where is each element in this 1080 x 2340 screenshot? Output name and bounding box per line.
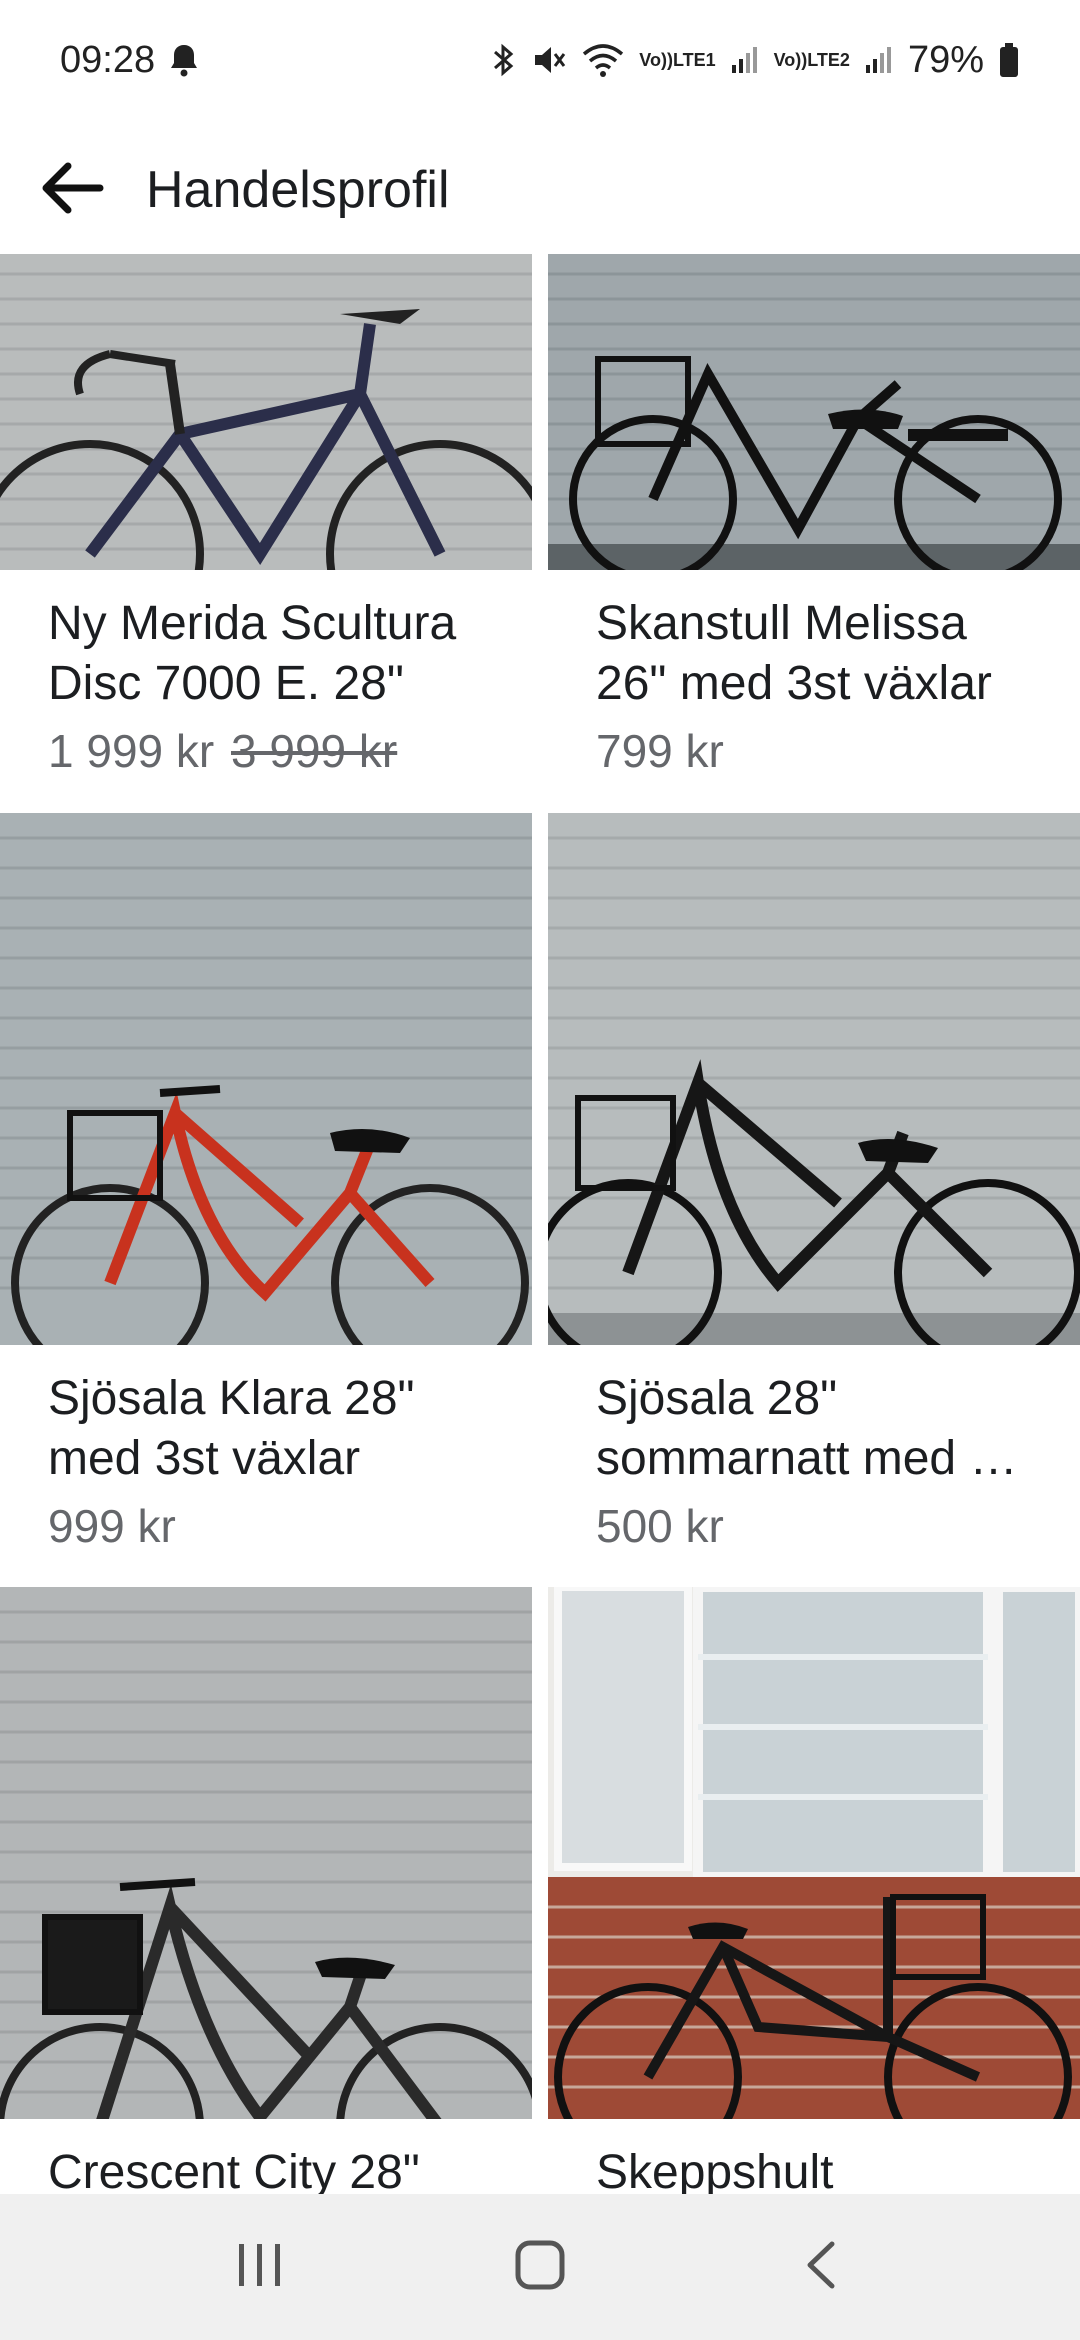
listing-price-row: 799 kr [596, 724, 1032, 778]
listing-price: 799 kr [596, 725, 724, 777]
listing-photo [0, 812, 532, 1345]
listing-title: Ny Merida Scultura Disc 7000 E. 28" [48, 597, 457, 710]
volte2-label: Vo)) [773, 50, 808, 70]
status-bar: 09:28 Vo)) LTE1 Vo)) LTE2 79% [0, 0, 1080, 120]
sim2-label: LTE2 [807, 50, 850, 70]
listing-card[interactable]: Crescent City 28" [0, 1587, 532, 2194]
app-bar: Handelsprofil [0, 120, 1080, 260]
battery-percent: 79% [907, 38, 984, 81]
listing-info: Sjösala Klara 28" med 3st växlar 999 kr [0, 1345, 532, 1573]
mute-icon [531, 42, 567, 78]
listing-title: Skeppshult [596, 2146, 834, 2194]
bell-icon [169, 43, 199, 77]
listing-card[interactable]: Ny Merida Scultura Disc 7000 E. 28" 1 99… [0, 254, 532, 813]
page-title: Handelsprofil [146, 161, 450, 219]
signal-icon [864, 45, 894, 75]
recent-apps-button[interactable] [200, 2217, 320, 2317]
listing-title: Crescent City 28" [48, 2146, 420, 2194]
listing-card[interactable]: Skeppshult [548, 1587, 1080, 2194]
sim1-label: LTE1 [672, 50, 716, 70]
listing-photo [0, 1587, 532, 2120]
listing-title: Sjösala Klara 28" med 3st växlar [48, 1371, 415, 1485]
status-left: 09:28 [60, 39, 199, 82]
listing-info: Sjösala 28" sommarnatt med … 500 kr [548, 1345, 1080, 1573]
status-right: Vo)) LTE1 Vo)) LTE2 79% [491, 39, 1020, 82]
listing-old-price: 3 999 kr [231, 725, 398, 777]
back-button[interactable] [36, 155, 106, 225]
listing-photo [548, 254, 1080, 570]
listing-info: Crescent City 28" [0, 2119, 532, 2194]
listing-title: Skanstull Melissa 26" med 3st växlar [596, 597, 992, 710]
listing-photo [548, 812, 1080, 1345]
listing-card[interactable]: Sjösala 28" sommarnatt med … 500 kr [548, 812, 1080, 1588]
sim2-indicator: Vo)) LTE2 [774, 51, 850, 69]
listing-price-row: 1 999 kr 3 999 kr [48, 724, 484, 778]
listing-price: 1 999 kr [48, 725, 215, 777]
listing-photo [548, 1587, 1080, 2120]
sim1-indicator: Vo)) LTE1 [639, 51, 715, 69]
battery-icon [998, 42, 1020, 78]
listing-title: Sjösala 28" sommarnatt med … [596, 1371, 1018, 1485]
signal-icon [730, 45, 760, 75]
system-nav-bar [0, 2194, 1080, 2340]
recent-apps-icon [235, 2242, 285, 2293]
status-time: 09:28 [60, 38, 156, 81]
home-button[interactable] [480, 2217, 600, 2317]
listing-info: Ny Merida Scultura Disc 7000 E. 28" 1 99… [0, 570, 532, 798]
listing-price: 500 kr [596, 1499, 724, 1552]
listing-info: Skanstull Melissa 26" med 3st växlar 799… [548, 570, 1080, 798]
volte1-label: Vo)) [639, 50, 673, 70]
listings-grid: Ny Merida Scultura Disc 7000 E. 28" 1 99… [0, 254, 1080, 2194]
listing-info: Skeppshult [548, 2119, 1080, 2194]
listing-card[interactable]: Skanstull Melissa 26" med 3st växlar 799… [548, 254, 1080, 813]
arrow-left-icon [38, 158, 104, 223]
system-back-button[interactable] [760, 2217, 880, 2317]
home-icon [514, 2239, 566, 2296]
wifi-icon [581, 42, 625, 78]
listing-price: 999 kr [48, 1499, 176, 1552]
back-icon [802, 2240, 838, 2295]
listing-price-row: 999 kr [48, 1499, 484, 1553]
listing-price-row: 500 kr [596, 1499, 1032, 1553]
bluetooth-icon [491, 42, 517, 78]
listing-card[interactable]: Sjösala Klara 28" med 3st växlar 999 kr [0, 812, 532, 1588]
listing-photo [0, 254, 532, 570]
